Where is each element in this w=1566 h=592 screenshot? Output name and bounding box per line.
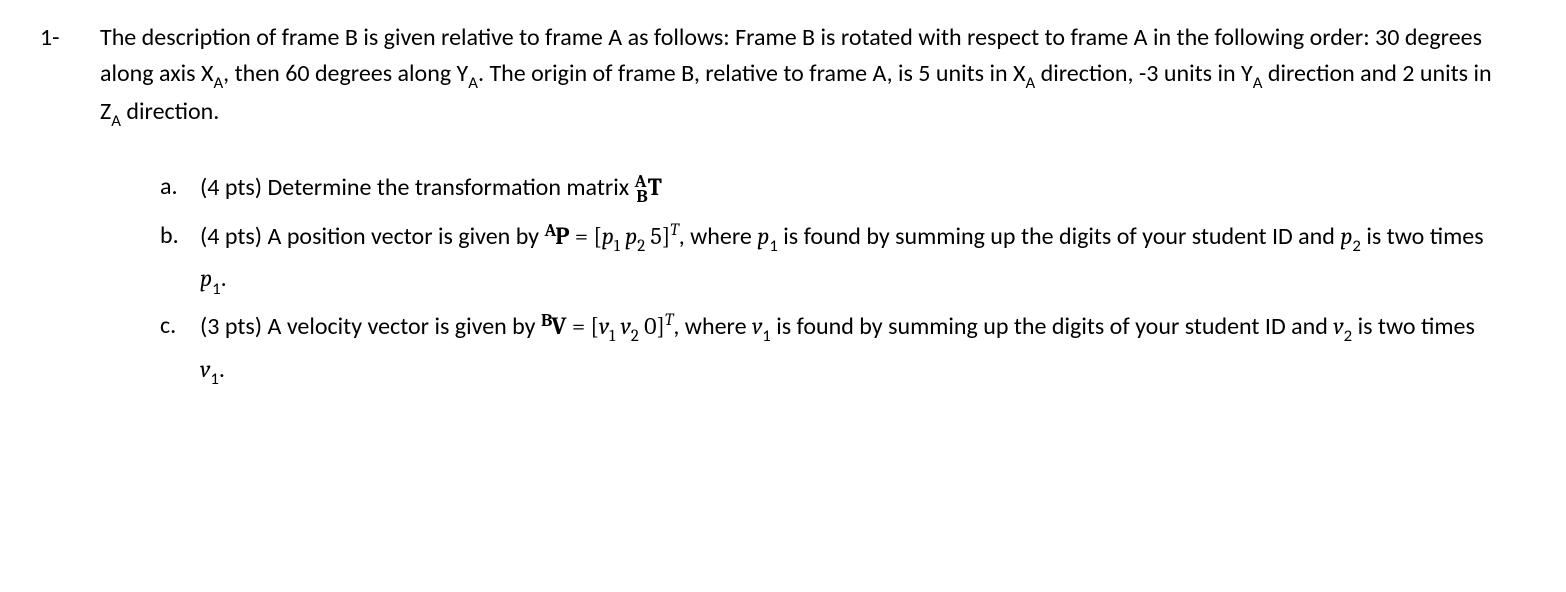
question-body: The description of frame B is given rela… (100, 20, 1536, 397)
text: 0] (639, 312, 665, 340)
var: v (200, 355, 210, 383)
vector-P: P (555, 222, 569, 250)
subpart-body: (4 pts) Determine the transformation mat… (200, 168, 1496, 211)
presuperscript: A (544, 220, 556, 241)
subpart-b: b. (4 pts) A position vector is given by… (160, 217, 1496, 301)
text: is two times (1361, 222, 1484, 251)
subpart-body: (4 pts) A position vector is given by AP… (200, 217, 1496, 301)
subscript: A (1025, 72, 1035, 93)
subscript: 2 (1344, 325, 1353, 346)
subpart-label: c. (160, 307, 200, 391)
question-1: 1- The description of frame B is given r… (30, 20, 1536, 397)
subscript: A (468, 72, 478, 93)
subpart-body: (3 pts) A velocity vector is given by BV… (200, 307, 1496, 391)
text: direction, -3 units in Y (1035, 59, 1253, 88)
subscript: 1 (769, 235, 778, 256)
question-number: 1- (30, 20, 100, 397)
vector-V: V (551, 312, 566, 340)
text: 5] (645, 222, 670, 250)
matrix-T: T (648, 173, 662, 201)
text: (4 pts) Determine the transformation mat… (200, 173, 635, 202)
text: (3 pts) A velocity vector is given by (200, 312, 541, 341)
var: p (757, 222, 769, 250)
subscript: A (111, 110, 121, 131)
var: v (599, 312, 609, 340)
subscript: 2 (631, 327, 639, 346)
text: , where (679, 222, 758, 251)
subpart-label: a. (160, 168, 200, 211)
var: p (602, 222, 614, 250)
text: is found by summing up the digits of you… (771, 312, 1333, 341)
text: direction. (121, 97, 219, 126)
var: v (621, 312, 631, 340)
var: p (1340, 222, 1352, 250)
var: p (200, 264, 212, 292)
subscript: 1 (212, 278, 221, 299)
subscript: 1 (609, 327, 615, 346)
subparts: a. (4 pts) Determine the transformation … (100, 168, 1496, 391)
subscript: 2 (1352, 235, 1361, 256)
subpart-a: a. (4 pts) Determine the transformation … (160, 168, 1496, 211)
var: v (1333, 312, 1343, 340)
subscript: A (1253, 72, 1263, 93)
text: (4 pts) A position vector is given by (200, 222, 544, 251)
text: . (221, 264, 227, 293)
transpose: T (670, 221, 678, 240)
presubscript: B (636, 186, 647, 207)
text: , then 60 degrees along Y (223, 59, 468, 88)
text: . (219, 355, 225, 384)
text: , where (673, 312, 752, 341)
subpart-c: c. (3 pts) A velocity vector is given by… (160, 307, 1496, 391)
text: is two times (1352, 312, 1475, 341)
question-text: The description of frame B is given rela… (100, 20, 1496, 132)
subscript: 1 (614, 237, 620, 256)
eq: = [ (567, 312, 599, 340)
text: . The origin of frame B, relative to fra… (478, 59, 1026, 88)
subscript: 1 (210, 368, 219, 389)
velocity-vector: BV = [v1 v2 0]T (541, 312, 673, 340)
eq: = [ (569, 222, 601, 250)
subscript: 2 (637, 237, 645, 256)
subscript: 1 (762, 325, 771, 346)
text: is found by summing up the digits of you… (778, 222, 1340, 251)
var: p (625, 222, 637, 250)
var: v (752, 312, 762, 340)
transform-matrix: ABT (635, 173, 662, 201)
position-vector: AP = [p1 p2 5]T (544, 222, 678, 250)
subpart-label: b. (160, 217, 200, 301)
presuperscript: B (541, 310, 552, 331)
subscript: A (213, 72, 223, 93)
